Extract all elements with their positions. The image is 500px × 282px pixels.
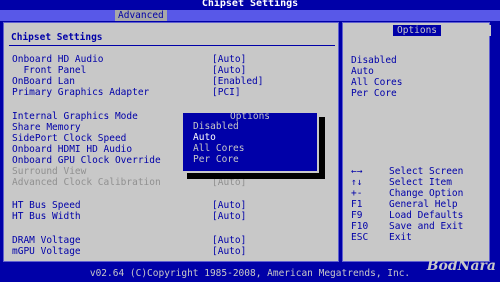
setting-label: Front Panel	[12, 65, 87, 76]
setting-label: SidePort Clock Speed	[12, 133, 127, 144]
setting-row-mgpu-voltage[interactable]: mGPU Voltage [Auto]	[12, 246, 338, 257]
key-esc: ESC	[351, 232, 369, 243]
key-desc: Exit	[389, 232, 412, 243]
options-popup: Options Disabled Auto All Cores Per Core	[181, 111, 319, 173]
setting-row-ht-bus-width[interactable]: HT Bus Width [Auto]	[12, 211, 338, 222]
key-f9: F9	[351, 210, 363, 221]
key-f10: F10	[351, 221, 369, 232]
title-bar: Chipset Settings	[0, 0, 500, 9]
key-desc: Load Defaults	[389, 210, 464, 221]
setting-value[interactable]: [PCI]	[212, 87, 241, 98]
setting-label: Internal Graphics Mode	[12, 111, 138, 122]
help-option: Per Core	[351, 88, 397, 99]
popup-option-disabled[interactable]: Disabled	[193, 121, 239, 132]
setting-row-onboard-hd-audio[interactable]: Onboard HD Audio [Auto]	[12, 54, 338, 65]
setting-label: Surround View	[12, 166, 87, 177]
popup-option-all-cores[interactable]: All Cores	[193, 143, 244, 154]
setting-label: DRAM Voltage	[12, 235, 81, 246]
help-option: Auto	[351, 66, 374, 77]
key-left-right-icon: ←→	[351, 166, 363, 177]
setting-row-ht-bus-speed[interactable]: HT Bus Speed [Auto]	[12, 200, 338, 211]
help-option: All Cores	[351, 77, 403, 88]
key-up-down-icon: ↑↓	[351, 177, 363, 188]
setting-label: Advanced Clock Calibration	[12, 177, 161, 188]
key-desc: Change Option	[389, 188, 464, 199]
setting-value[interactable]: [Auto]	[212, 200, 246, 211]
setting-label: Onboard HD Audio	[12, 54, 104, 65]
key-desc: General Help	[389, 199, 458, 210]
setting-row-primary-graphics[interactable]: Primary Graphics Adapter [PCI]	[12, 87, 338, 98]
popup-option-auto[interactable]: Auto	[193, 132, 216, 143]
help-option: Disabled	[351, 55, 397, 66]
setting-value[interactable]: [Auto]	[212, 246, 246, 257]
menu-bar	[0, 10, 500, 21]
setting-label: HT Bus Speed	[12, 200, 81, 211]
setting-label: Share Memory	[12, 122, 81, 133]
setting-value[interactable]: [Auto]	[212, 65, 246, 76]
setting-value[interactable]: [Auto]	[212, 235, 246, 246]
setting-label: Onboard GPU Clock Override	[12, 155, 161, 166]
heading-divider	[9, 45, 335, 46]
setting-label: OnBoard Lan	[12, 76, 75, 87]
key-f1: F1	[351, 199, 363, 210]
help-options-title: Options	[392, 25, 442, 36]
help-panel: Options Disabled Auto All Cores Per Core…	[342, 22, 491, 262]
setting-row-front-panel[interactable]: Front Panel [Auto]	[12, 65, 338, 76]
setting-value[interactable]: [Enabled]	[212, 76, 263, 87]
key-plus-minus: +-	[351, 188, 363, 199]
key-desc: Select Item	[389, 177, 452, 188]
key-desc: Select Screen	[389, 166, 464, 177]
panel-heading: Chipset Settings	[11, 32, 103, 43]
setting-value[interactable]: [Auto]	[212, 211, 246, 222]
watermark-logo: BodNara	[426, 258, 496, 274]
setting-row-dram-voltage[interactable]: DRAM Voltage [Auto]	[12, 235, 338, 246]
bios-screen: Chipset Settings Advanced Chipset Settin…	[0, 0, 500, 282]
window-title: Chipset Settings	[201, 0, 299, 9]
setting-value[interactable]: [Auto]	[212, 54, 246, 65]
key-desc: Save and Exit	[389, 221, 464, 232]
help-options-header: Options	[343, 25, 491, 36]
setting-label: mGPU Voltage	[12, 246, 81, 257]
setting-row-onboard-lan[interactable]: OnBoard Lan [Enabled]	[12, 76, 338, 87]
setting-label: Primary Graphics Adapter	[12, 87, 150, 98]
tab-advanced[interactable]: Advanced	[115, 10, 167, 21]
setting-label: HT Bus Width	[12, 211, 81, 222]
setting-label: Onboard HDMI HD Audio	[12, 144, 133, 155]
popup-option-per-core[interactable]: Per Core	[193, 154, 239, 165]
copyright-footer: v02.64 (C)Copyright 1985-2008, American …	[0, 266, 500, 282]
